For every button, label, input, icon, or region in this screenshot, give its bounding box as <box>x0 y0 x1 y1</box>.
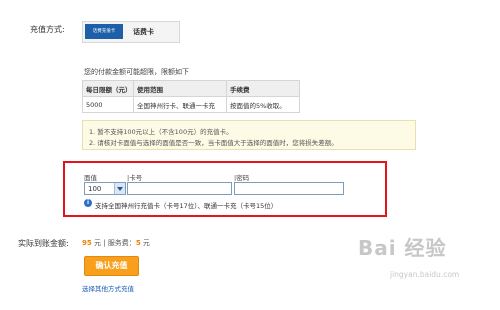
limits-table: 每日限额（元） 使用范围 手续费 5000 全国神州行卡、联通一卡充 按面值的5… <box>82 80 300 113</box>
amount-summary: 95 元 | 服务费：5 元 <box>82 238 150 248</box>
watermark-url: jingyan.baidu.com <box>390 270 460 279</box>
card-number-label: |卡号 <box>127 174 143 182</box>
denomination-value: 100 <box>88 185 102 193</box>
warning-line-2: 2. 请核对卡面值与选择的面值是否一致，当卡面值大于选择的面值时，您将损失差额。 <box>89 139 338 147</box>
other-methods-link[interactable]: 选择其他方式充值 <box>82 283 134 293</box>
supported-cards-info: 支持全国神州行充值卡（卡号17位）、联通一卡充（卡号15位） <box>95 202 278 210</box>
limits-table-header: 每日限额（元） 使用范围 手续费 <box>82 80 300 97</box>
summary-separator: | <box>103 239 106 247</box>
service-fee-value: 5 <box>135 239 141 247</box>
password-input[interactable] <box>234 182 344 195</box>
service-fee-unit: 元 <box>142 239 150 247</box>
card-number-input[interactable] <box>127 182 232 195</box>
info-icon: i <box>84 199 92 207</box>
limits-header-daily: 每日限额（元） <box>82 80 134 97</box>
phone-card-option[interactable]: 话费充值卡 话费卡 <box>82 21 180 43</box>
chevron-down-icon[interactable] <box>114 183 125 194</box>
card-number-label-text: 卡号 <box>129 174 143 182</box>
baidu-watermark: Bai 经验 <box>358 236 447 260</box>
table-row: 5000 全国神州行卡、联通一卡充 按面值的5%收取。 <box>82 96 300 113</box>
warning-notice: 1. 暂不支持100元以上（不含100元）的充值卡。 2. 请核对卡面值与选择的… <box>82 120 416 150</box>
password-label: |密码 <box>234 174 250 182</box>
denomination-select[interactable]: 100 <box>84 182 126 195</box>
payment-method-label: 充值方式: <box>30 25 65 34</box>
limits-header-scope: 使用范围 <box>133 80 227 97</box>
actual-amount-value: 95 <box>82 239 92 247</box>
limits-cell-fee: 按面值的5%收取。 <box>226 96 300 113</box>
warning-line-1: 1. 暂不支持100元以上（不含100元）的充值卡。 <box>89 128 233 136</box>
password-label-text: 密码 <box>236 174 250 182</box>
actual-amount-label: 实际到账金额: <box>18 239 69 248</box>
limit-notice: 您的付款金额可能超限，限额如下 <box>84 68 189 76</box>
limits-header-fee: 手续费 <box>226 80 300 97</box>
limits-cell-scope: 全国神州行卡、联通一卡充 <box>133 96 227 113</box>
actual-amount-unit: 元 <box>93 239 101 247</box>
denomination-label: 面值 <box>84 174 97 182</box>
service-fee-label: 服务费： <box>107 239 136 247</box>
limits-cell-daily: 5000 <box>82 96 134 113</box>
phone-card-thumbnail: 话费充值卡 <box>85 24 123 39</box>
confirm-recharge-button[interactable]: 确认充值 <box>84 256 139 276</box>
phone-card-name: 话费卡 <box>133 28 154 36</box>
